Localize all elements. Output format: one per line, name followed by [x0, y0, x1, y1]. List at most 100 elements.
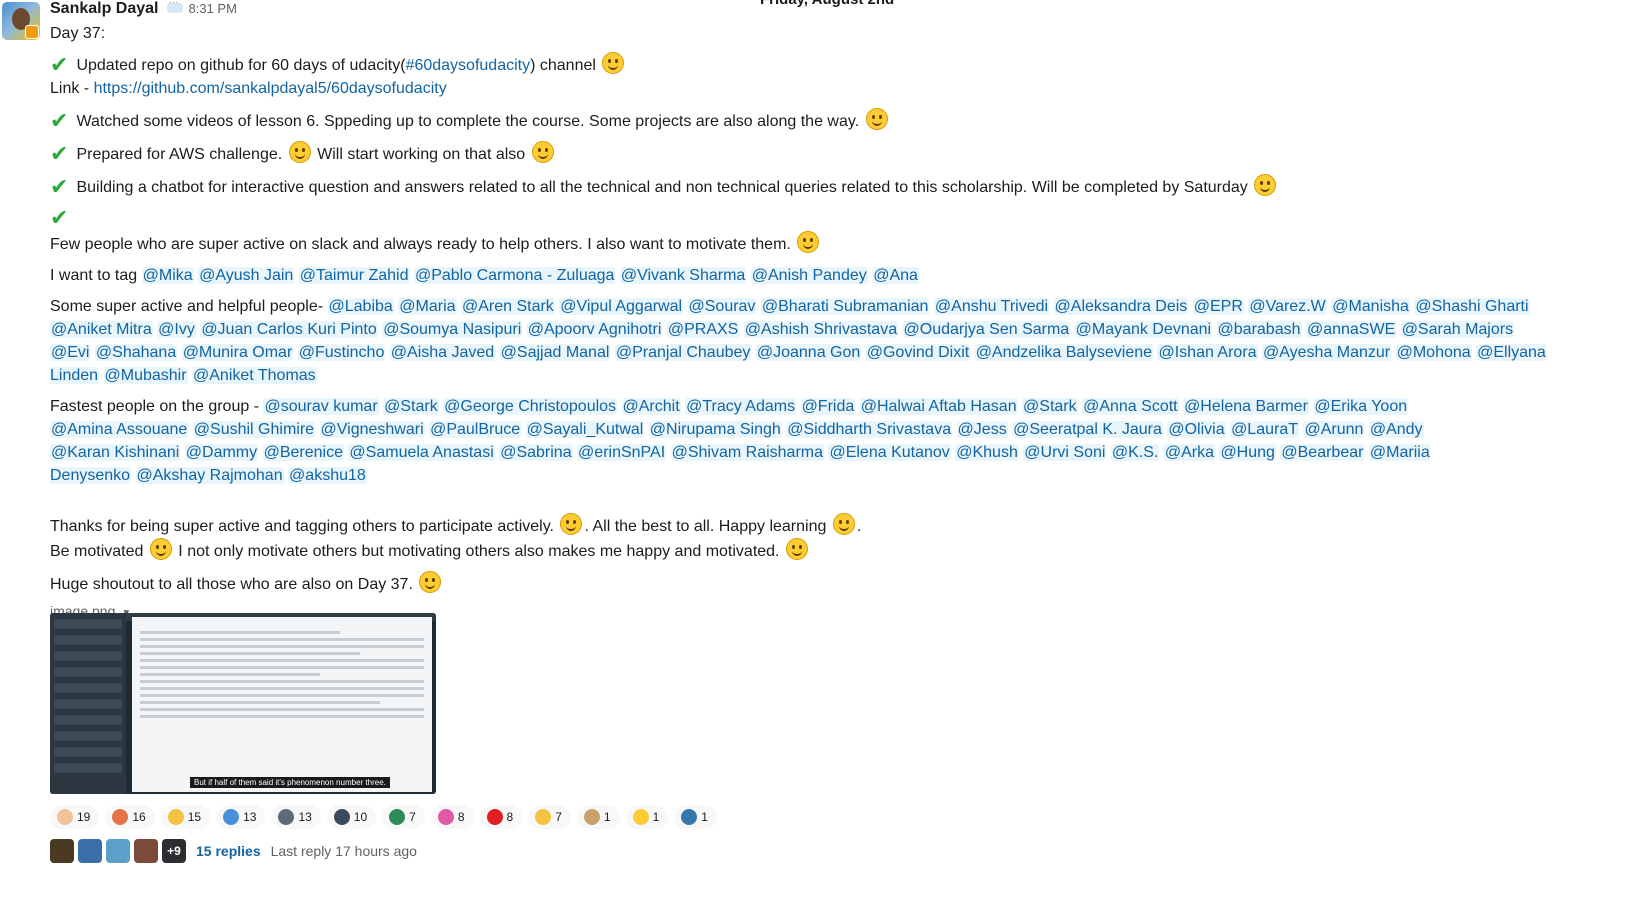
reaction-pill[interactable]: 10	[326, 805, 377, 829]
user-mention[interactable]: @Bearbear	[1280, 444, 1365, 461]
user-mention[interactable]: @Berenice	[262, 444, 344, 461]
user-mention[interactable]: @Elena Kutanov	[828, 444, 951, 461]
user-mention[interactable]: @Mayank Devnani	[1074, 321, 1213, 338]
user-mention[interactable]: @Shivam Raisharma	[670, 444, 824, 461]
slightly-smiling-face-icon[interactable]	[797, 231, 820, 253]
user-mention[interactable]: @annaSWE	[1305, 321, 1397, 338]
user-mention[interactable]: @Siddharth Srivastava	[786, 421, 953, 438]
user-mention[interactable]: @Mika	[141, 267, 194, 284]
reaction-pill[interactable]: 8	[430, 805, 474, 829]
user-mention[interactable]: @Erika Yoon	[1313, 398, 1409, 415]
user-mention[interactable]: @Soumya Nasipuri	[382, 321, 523, 338]
user-mention[interactable]: @Akshay Rajmohan	[135, 467, 284, 484]
user-mention[interactable]: @EPR	[1192, 298, 1244, 315]
slightly-smiling-face-icon[interactable]	[288, 141, 311, 163]
user-mention[interactable]: @erinSnPAI	[577, 444, 667, 461]
reaction-pill[interactable]: 1	[576, 805, 620, 829]
timestamp[interactable]: 8:31 PM	[189, 1, 237, 16]
user-mention[interactable]: @Stark	[1022, 398, 1078, 415]
user-mention[interactable]: @Taimur Zahid	[298, 267, 410, 284]
user-mention[interactable]: @Ashish Shrivastava	[743, 321, 899, 338]
reaction-pill[interactable]: 7	[382, 805, 425, 829]
user-mention[interactable]: @Oudarjya Sen Sarma	[902, 321, 1071, 338]
user-mention[interactable]: @Manisha	[1331, 298, 1410, 315]
slightly-smiling-face-icon[interactable]	[865, 108, 888, 130]
user-mention[interactable]: @Sajjad Manal	[499, 344, 611, 361]
user-mention[interactable]: @Arunn	[1303, 421, 1365, 438]
user-mention[interactable]: @Juan Carlos Kuri Pinto	[200, 321, 378, 338]
user-mention[interactable]: @Hung	[1219, 444, 1276, 461]
user-mention[interactable]: @Aniket Thomas	[192, 367, 317, 384]
user-mention[interactable]: @Apoorv Agnihotri	[526, 321, 663, 338]
user-mention[interactable]: @Amina Assouane	[50, 421, 189, 438]
slightly-smiling-face-icon[interactable]	[832, 513, 855, 535]
reaction-pill[interactable]: 19	[50, 805, 100, 829]
user-mention[interactable]: @Andzelika Balyseviene	[974, 344, 1154, 361]
reaction-pill[interactable]: 1	[625, 805, 669, 829]
github-link[interactable]: https://github.com/sankalpdayal5/60dayso…	[94, 80, 447, 97]
user-mention[interactable]: @PaulBruce	[429, 421, 522, 438]
slightly-smiling-face-icon[interactable]	[560, 513, 583, 535]
user-mention[interactable]: @Vivank Sharma	[619, 267, 747, 284]
user-mention[interactable]: @Munira Omar	[181, 344, 294, 361]
user-mention[interactable]: @Anish Pandey	[750, 267, 868, 284]
user-mention[interactable]: @Mohona	[1395, 344, 1472, 361]
reaction-pill[interactable]: 15	[160, 805, 211, 829]
reaction-pill[interactable]: 13	[271, 805, 321, 829]
user-mention[interactable]: @Aleksandra Deis	[1053, 298, 1189, 315]
user-mention[interactable]: @Ayush Jain	[198, 267, 295, 284]
user-mention[interactable]: @Olivia	[1167, 421, 1226, 438]
user-mention[interactable]: @Khush	[955, 444, 1019, 461]
user-mention[interactable]: @Pablo Carmona - Zuluaga	[413, 267, 616, 284]
user-mention[interactable]: @Helena Barmer	[1183, 398, 1309, 415]
user-mention[interactable]: @sourav kumar	[263, 398, 379, 415]
thread-summary[interactable]: +9 15 replies Last reply 17 hours ago	[50, 839, 417, 863]
user-mention[interactable]: @Shahana	[94, 344, 178, 361]
user-mention[interactable]: @Vipul Aggarwal	[559, 298, 684, 315]
user-mention[interactable]: @Pranjal Chaubey	[614, 344, 752, 361]
user-mention[interactable]: @Tracy Adams	[685, 398, 797, 415]
slightly-smiling-face-icon[interactable]	[1254, 174, 1277, 196]
user-mention[interactable]: @Halwai Aftab Hasan	[859, 398, 1018, 415]
user-mention[interactable]: @Fustincho	[297, 344, 386, 361]
user-mention[interactable]: @Evi	[50, 344, 91, 361]
reaction-pill[interactable]: 16	[105, 805, 155, 829]
user-mention[interactable]: @Samuela Anastasi	[348, 444, 495, 461]
user-mention[interactable]: @Sayali_Kutwal	[525, 421, 645, 438]
user-mention[interactable]: @Bharati Subramanian	[760, 298, 930, 315]
user-mention[interactable]: @Govind Dixit	[865, 344, 971, 361]
user-mention[interactable]: @K.S.	[1110, 444, 1160, 461]
user-mention[interactable]: @barabash	[1216, 321, 1302, 338]
user-mention[interactable]: @Maria	[398, 298, 457, 315]
user-mention[interactable]: @Stark	[383, 398, 439, 415]
user-mention[interactable]: @Archit	[621, 398, 681, 415]
slightly-smiling-face-icon[interactable]	[602, 52, 625, 74]
user-mention[interactable]: @PRAXS	[666, 321, 740, 338]
user-mention[interactable]: @Karan Kishinani	[50, 444, 181, 461]
reaction-pill[interactable]: 8	[479, 805, 523, 829]
user-mention[interactable]: @Joanna Gon	[755, 344, 862, 361]
user-mention[interactable]: @Jess	[956, 421, 1008, 438]
user-mention[interactable]: @Urvi Soni	[1023, 444, 1107, 461]
user-mention[interactable]: @Ana	[872, 267, 919, 284]
user-mention[interactable]: @Frida	[800, 398, 856, 415]
reaction-pill[interactable]: 1	[674, 805, 717, 829]
user-mention[interactable]: @Vigneshwari	[319, 421, 425, 438]
user-mention[interactable]: @Anna Scott	[1082, 398, 1179, 415]
user-mention[interactable]: @Andy	[1368, 421, 1424, 438]
user-mention[interactable]: @Aren Stark	[460, 298, 555, 315]
user-mention[interactable]: @Aniket Mitra	[50, 321, 153, 338]
user-mention[interactable]: @Arka	[1163, 444, 1215, 461]
reaction-pill[interactable]: 13	[216, 805, 266, 829]
reply-count-link[interactable]: 15 replies	[196, 843, 261, 859]
user-mention[interactable]: @Ishan Arora	[1157, 344, 1258, 361]
user-mention[interactable]: @Sarah Majors	[1400, 321, 1515, 338]
user-mention[interactable]: @Seeratpal K. Jaura	[1012, 421, 1163, 438]
author-name[interactable]: Sankalp Dayal	[50, 0, 159, 18]
reaction-pill[interactable]: 7	[528, 805, 571, 829]
slightly-smiling-face-icon[interactable]	[419, 571, 442, 593]
user-mention[interactable]: @Dammy	[184, 444, 259, 461]
user-mention[interactable]: @Sushil Ghimire	[192, 421, 316, 438]
user-mention[interactable]: @LauraT	[1230, 421, 1299, 438]
user-mention[interactable]: @Anshu Trivedi	[933, 298, 1050, 315]
